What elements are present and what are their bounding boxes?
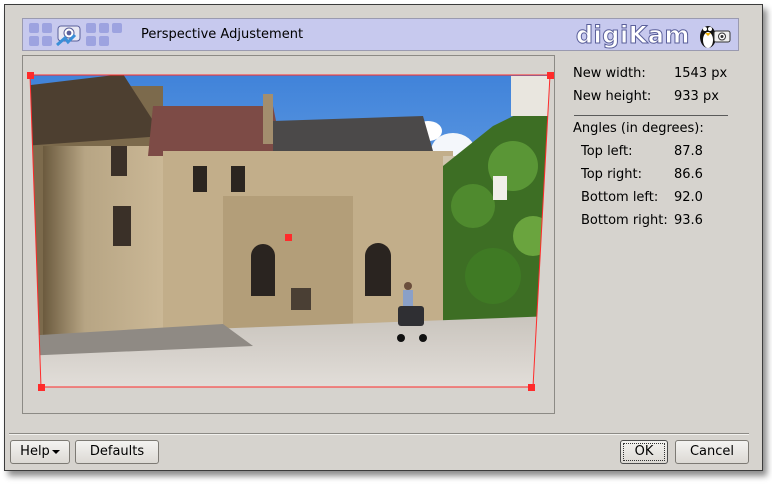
top-left-handle[interactable]: [27, 72, 34, 79]
courtyard-photo[interactable]: [23, 56, 554, 413]
help-button-label: Help: [20, 444, 50, 459]
cancel-button-label: Cancel: [689, 444, 735, 459]
help-button[interactable]: Help: [10, 440, 70, 464]
info-separator: [574, 115, 728, 116]
new-width-value: 1543 px: [674, 66, 728, 81]
angle-bottom-left-value: 92.0: [674, 190, 703, 205]
angle-bottom-right-label: Bottom right:: [581, 213, 668, 228]
new-width-label: New width:: [573, 66, 646, 81]
button-bar-separator: [9, 433, 749, 435]
defaults-button-label: Defaults: [89, 444, 145, 459]
bottom-right-handle[interactable]: [528, 384, 535, 391]
image-preview-panel[interactable]: [22, 55, 555, 414]
angle-top-left-label: Top left:: [581, 144, 633, 159]
digikam-logo: digiKam: [575, 21, 690, 50]
chevron-down-icon: [51, 449, 60, 454]
angle-bottom-right-value: 93.6: [674, 213, 703, 228]
bottom-left-handle[interactable]: [38, 384, 45, 391]
defaults-button[interactable]: Defaults: [75, 440, 159, 464]
new-height-value: 933 px: [674, 89, 719, 104]
dialog-banner: Perspective Adjustement digiKam: [22, 18, 739, 51]
angle-top-right-value: 86.6: [674, 167, 703, 182]
angle-top-right-label: Top right:: [581, 167, 642, 182]
plugin-icon: [29, 23, 125, 47]
cancel-button[interactable]: Cancel: [675, 440, 749, 464]
top-right-handle[interactable]: [547, 72, 554, 79]
ok-button[interactable]: OK: [620, 440, 668, 464]
tux-camera-icon: [700, 26, 731, 48]
perspective-dialog: Perspective Adjustement digiKam New widt…: [4, 4, 763, 471]
new-height-label: New height:: [573, 89, 652, 104]
angle-top-left-value: 87.8: [674, 144, 703, 159]
dialog-title: Perspective Adjustement: [141, 27, 304, 42]
center-handle[interactable]: [285, 234, 292, 241]
angle-bottom-left-label: Bottom left:: [581, 190, 659, 205]
ok-button-label: OK: [634, 444, 654, 459]
angles-heading: Angles (in degrees):: [573, 121, 704, 136]
